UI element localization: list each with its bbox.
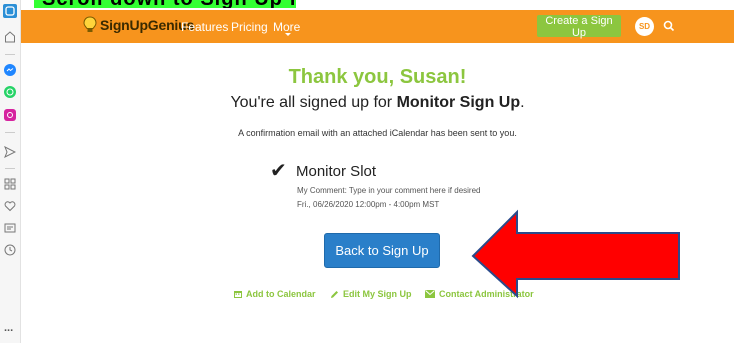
pencil-icon [331, 290, 338, 298]
avatar[interactable]: SD [635, 17, 654, 36]
nav-more[interactable]: More [273, 20, 300, 34]
chevron-down-icon [285, 33, 291, 36]
envelope-icon [425, 290, 435, 298]
messenger-icon[interactable] [3, 63, 17, 77]
page-title: Thank you, Susan! [288, 66, 467, 88]
red-arrow-annotation [471, 209, 680, 299]
top-navbar: SignUpGenius Features Pricing More Creat… [21, 10, 734, 43]
email-notice: A confirmation email with an attached iC… [238, 128, 517, 138]
search-icon[interactable] [663, 19, 675, 37]
slot-datetime: Fri., 06/26/2020 12:00pm - 4:00pm MST [297, 200, 440, 209]
signup-name: Monitor Sign Up [396, 94, 521, 111]
brand-name: SignUpGenius [100, 17, 195, 33]
signup-confirmation-text: You're all signed up for Monitor Sign Up… [230, 94, 525, 111]
back-to-sign-up-button[interactable]: Back to Sign Up [324, 233, 440, 268]
browser-sidebar: ... [0, 0, 21, 343]
send-icon[interactable] [3, 145, 17, 159]
edit-my-sign-up-link[interactable]: Edit My Sign Up [330, 289, 412, 299]
more-menu-icon[interactable]: ... [4, 322, 13, 334]
signupgenius-logo[interactable]: SignUpGenius [82, 16, 194, 34]
heart-icon[interactable] [3, 199, 17, 213]
star-icon[interactable] [3, 30, 17, 44]
clock-icon[interactable] [3, 243, 17, 257]
instagram-icon[interactable] [3, 108, 17, 122]
checkmark-icon: ✔ [270, 158, 287, 182]
add-to-calendar-link[interactable]: Add to Calendar [234, 289, 316, 299]
slot-name: Monitor Slot [296, 163, 377, 180]
slot-comment: My Comment: Type in your comment here if… [297, 186, 481, 195]
grid-icon[interactable] [3, 177, 17, 191]
nav-pricing[interactable]: Pricing [231, 20, 268, 34]
create-sign-up-button[interactable]: Create a Sign Up [537, 15, 621, 39]
nav-features[interactable]: Features [181, 20, 228, 34]
calendar-icon [234, 291, 242, 298]
whatsapp-icon[interactable] [3, 85, 17, 99]
caption-banner: Scroll down to Sign Up for a Slot [34, 0, 296, 8]
notes-icon[interactable] [3, 221, 17, 235]
caption-text: Scroll down to Sign Up for a Slot [42, 0, 296, 8]
lightbulb-icon [83, 16, 97, 32]
home-icon[interactable] [3, 4, 17, 18]
